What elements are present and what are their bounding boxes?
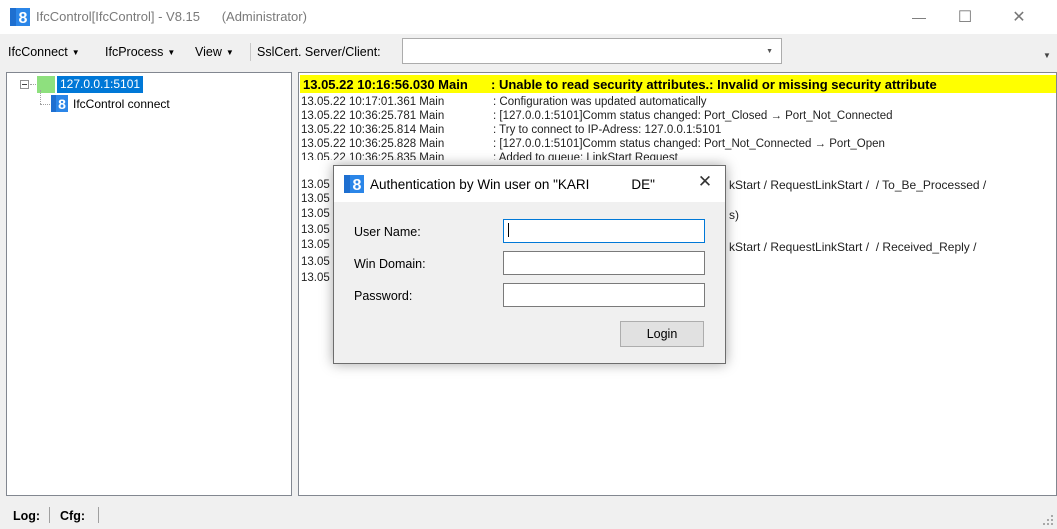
chevron-down-icon: ▼ — [167, 48, 176, 57]
maximize-icon: ☐ — [957, 9, 973, 26]
toolbar-overflow-button[interactable]: ▼ — [1043, 51, 1051, 60]
window-title: IfcControl[IfcControl] - V8.15 (Administ… — [36, 9, 307, 24]
win-domain-input[interactable] — [503, 251, 705, 275]
svg-text:8: 8 — [58, 96, 66, 112]
status-separator — [49, 507, 50, 523]
win-domain-label: Win Domain: — [354, 257, 426, 271]
log-row: 13.05.22 10:17:01.361 Main : Configuratio… — [301, 96, 707, 108]
close-button[interactable]: ✕ — [996, 0, 1042, 34]
tree-line — [30, 84, 36, 85]
connection-tree[interactable]: 127.0.0.1:5101 8 IfcControl connect — [6, 72, 292, 496]
dialog-title-bar: 8 Authentication by Win user on "KARI DE"… — [334, 166, 725, 202]
maximize-button[interactable]: ☐ — [942, 0, 988, 34]
username-label: User Name: — [354, 225, 421, 239]
dialog-title-right: DE" — [631, 177, 655, 192]
menu-ifcprocess-label: IfcProcess — [105, 45, 164, 59]
log-fragment: s) — [729, 208, 739, 222]
minimize-button[interactable]: — — [896, 0, 942, 34]
close-icon: ✕ — [1012, 9, 1026, 26]
sslcert-label: SslCert. Server/Client: — [257, 45, 381, 59]
log-message: : Try to connect to IP-Adress: 127.0.0.1… — [493, 124, 722, 136]
close-icon: ✕ — [697, 172, 713, 191]
log-row-partial: 13.05 — [301, 256, 330, 268]
tree-line — [40, 104, 50, 105]
window-title-text: IfcControl[IfcControl] - V8.15 — [36, 9, 201, 24]
log-fragment: kStart / RequestLinkStart / / To_Be_Proc… — [729, 178, 987, 192]
chevron-down-icon: ▼ — [766, 48, 773, 55]
status-separator — [98, 507, 99, 523]
log-timestamp: 13.05.22 10:36:25.828 Main — [301, 138, 445, 150]
log-message: : [127.0.0.1:5101]Comm status changed: P… — [493, 138, 885, 150]
log-row-partial: 13.05 — [301, 193, 330, 205]
log-row-partial: 13.05 — [301, 239, 330, 251]
menu-view-label: View — [195, 45, 222, 59]
log-message: : Configuration was updated automaticall… — [493, 96, 707, 108]
log-row-partial: 13.05 — [301, 224, 330, 236]
password-label: Password: — [354, 289, 413, 303]
dialog-title: Authentication by Win user on "KARI DE" — [370, 177, 655, 192]
tree-line — [40, 90, 41, 104]
chevron-down-icon: ▼ — [225, 48, 234, 57]
toolbar-separator — [250, 43, 251, 61]
menu-view[interactable]: View ▼ — [195, 45, 234, 59]
status-bar: Log: Cfg: — [0, 499, 1057, 529]
cfg-tab-label[interactable]: Cfg: — [60, 509, 85, 523]
log-fragment: kStart / RequestLinkStart / / Received_R… — [729, 240, 977, 254]
log-row-partial: 13.05 — [301, 272, 330, 284]
log-error-text: 13.05.22 10:16:56.030 Main : Unable to re… — [303, 77, 937, 92]
dialog-title-left: Authentication by Win user on "KARI — [370, 177, 590, 192]
svg-text:8: 8 — [19, 10, 28, 26]
title-bar: 8 IfcControl[IfcControl] - V8.15 (Admini… — [0, 0, 1057, 34]
chevron-down-icon: ▼ — [71, 48, 80, 57]
authentication-dialog: 8 Authentication by Win user on "KARI DE"… — [333, 165, 726, 364]
log-message: : [127.0.0.1:5101]Comm status changed: P… — [493, 110, 893, 122]
log-row-partial: 13.05 — [301, 179, 330, 191]
ifc8-node-icon: 8 — [51, 95, 68, 112]
log-timestamp: 13.05.22 10:36:25.781 Main — [301, 110, 445, 122]
dialog-close-button[interactable]: ✕ — [690, 172, 720, 196]
tree-node-connection[interactable]: 127.0.0.1:5101 — [57, 76, 144, 93]
log-message: : Added to queue: LinkStart Request — [493, 152, 678, 160]
minimize-icon: — — [912, 9, 926, 25]
log-timestamp: 13.05.22 10:36:25.814 Main — [301, 124, 445, 136]
log-message: : Unable to read security attributes.: I… — [491, 77, 937, 92]
ifc8-app-icon: 8 — [10, 8, 30, 26]
login-button[interactable]: Login — [620, 321, 704, 347]
svg-text:8: 8 — [353, 177, 362, 193]
ifc8-app-icon: 8 — [344, 175, 364, 193]
log-row: 13.05.22 10:36:25.814 Main : Try to conne… — [301, 124, 721, 136]
log-row: 13.05.22 10:36:25.828 Main : [127.0.0.1:5… — [301, 138, 885, 150]
text-caret — [508, 223, 509, 237]
log-timestamp: 13.05.22 10:16:56.030 Main — [303, 77, 468, 92]
menu-ifcconnect[interactable]: IfcConnect ▼ — [8, 45, 80, 59]
resize-grip-icon[interactable] — [1043, 515, 1053, 525]
collapse-icon[interactable] — [20, 80, 29, 89]
log-timestamp: 13.05.22 10:36:25.835 Main — [301, 152, 445, 160]
menu-ifcprocess[interactable]: IfcProcess ▼ — [105, 45, 175, 59]
log-row: 13.05.22 10:36:25.781 Main : [127.0.0.1:5… — [301, 110, 893, 122]
menu-ifcconnect-label: IfcConnect — [8, 45, 68, 59]
password-input[interactable] — [503, 283, 705, 307]
log-tab-label[interactable]: Log: — [13, 509, 40, 523]
tree-node-ifccontrol-connect[interactable]: IfcControl connect — [73, 97, 170, 111]
username-input[interactable] — [503, 219, 705, 243]
log-timestamp: 13.05.22 10:17:01.361 Main — [301, 96, 445, 108]
log-row-partial: 13.05 — [301, 208, 330, 220]
log-row: 13.05.22 10:36:25.835 Main : Added to que… — [301, 152, 678, 160]
window-role: (Administrator) — [221, 9, 307, 24]
sslcert-combobox[interactable]: ▼ — [402, 38, 782, 64]
